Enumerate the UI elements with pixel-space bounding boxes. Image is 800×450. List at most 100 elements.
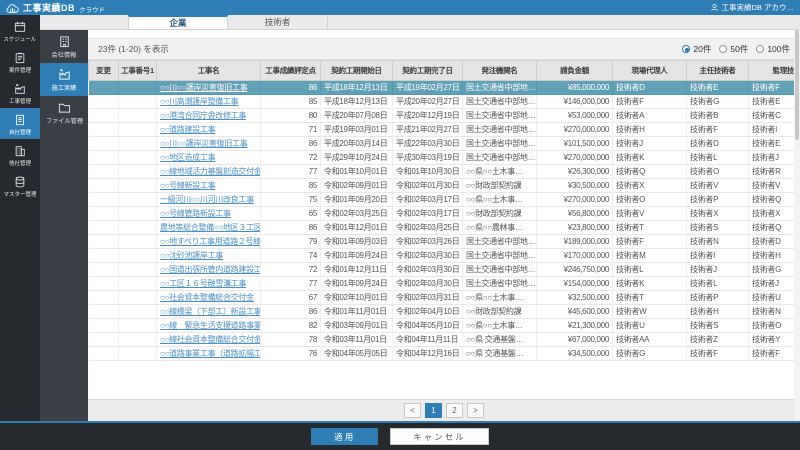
scrollbar-thumb[interactable] <box>795 30 799 140</box>
sidebar-item-1[interactable]: 案件管理 <box>0 46 40 77</box>
project-name-link[interactable]: ○○号線管路新設工事 <box>160 209 231 218</box>
cell-end: 平成20年12月19日 <box>392 108 463 123</box>
cell-supervisor: 技術者F <box>748 346 794 361</box>
cell-chief: 技術者B <box>686 108 749 123</box>
sidebar-item-0[interactable]: スケジュール <box>0 15 40 46</box>
column-header[interactable]: 発注機関名 <box>462 60 537 81</box>
project-name-link[interactable]: 一級河川○○川河川改良工事 <box>160 195 254 204</box>
project-name-link[interactable]: 農地等総合整備○○地区３工区 <box>160 223 260 232</box>
column-header[interactable]: 工事成績評定点 <box>260 60 321 81</box>
project-name-link[interactable]: ○○港湾合同庁舎改修工事 <box>160 111 246 120</box>
project-name-link[interactable]: ○○沈砂池護岸工事 <box>160 251 223 260</box>
project-name-link[interactable]: ○○道路事業工事（道路拡幅工事） <box>160 349 260 358</box>
cell-end: 令和02年04月10日 <box>392 304 463 319</box>
submenu-item-2[interactable]: ファイル管理 <box>40 96 88 129</box>
table-row[interactable]: ○○地すべり工事用道路２号線 79 令和01年09月03日 令和02年03月26日 国土… <box>88 234 794 249</box>
table-row[interactable]: ○○線橋梁（下部工）新設工事 86 令和01年11月01日 令和02年04月10日 ○○… <box>88 304 794 319</box>
project-name-link[interactable]: ○○川高潮護岸整備工事 <box>160 97 239 106</box>
cell-chief: 技術者S <box>686 318 749 333</box>
column-header[interactable]: 契約工期開始日 <box>320 60 393 81</box>
table-row[interactable]: 農地等総合整備○○地区３工区 86 令和01年12月01日 令和02年03月25日 ○○… <box>88 220 794 235</box>
cell-agency: ○○県○○土木事… <box>462 164 537 179</box>
cell-supervisor: 技術者Y <box>748 332 794 347</box>
table-row[interactable]: ○○地区造成工事 72 平成29年10月24日 平成30年03月19日 国土交通省中部地… <box>88 150 794 165</box>
table-row[interactable]: ○○川高潮護岸整備工事 85 平成18年12月13日 平成20年02月27日 国土交通省… <box>88 94 794 109</box>
table-row[interactable]: ○○号線新設工事 85 令和02年09月01日 令和02年01月30日 ○○財政部契約課… <box>88 178 794 193</box>
radio-label: 100件 <box>767 44 790 54</box>
page-size-radio-100件[interactable]: 100件 <box>756 43 790 55</box>
cell-agent: 技術者Q <box>612 164 687 179</box>
table-row[interactable]: ○○国道出張所管内道路建設工事 72 令和01年12月11日 令和02年03月30日国… <box>88 262 794 277</box>
apply-button[interactable]: 適用 <box>311 428 379 445</box>
sidebar-item-label: スケジュール <box>3 36 37 43</box>
project-name-link[interactable]: ○○地区造成工事 <box>160 153 216 162</box>
submenu-item-0[interactable]: 会社情報 <box>40 30 88 63</box>
project-name-link[interactable]: ○○号線新設工事 <box>160 181 216 190</box>
sidebar-item-3[interactable]: 自社管理 <box>0 108 40 139</box>
column-header[interactable]: 主任技術者 <box>686 60 749 81</box>
project-name-link[interactable]: ○○川○○護岸災害復旧工事 <box>160 83 248 92</box>
project-name-link[interactable]: ○○社会資本整備総合交付金 <box>160 293 254 302</box>
column-header[interactable]: 現場代理人 <box>612 60 687 81</box>
table-row[interactable]: ○○道路建設工事 71 平成19年03月01日 平成21年02月27日 国土交通省中部地… <box>88 122 794 137</box>
page-button-2[interactable]: 2 <box>446 403 463 418</box>
table-row[interactable]: ○○工区１６号融雪溝工事 77 令和01年09月24日 令和02年03月30日 国土交通… <box>88 276 794 291</box>
sidebar-item-5[interactable]: マスター管理 <box>0 170 40 201</box>
sidebar-item-4[interactable]: 他社管理 <box>0 139 40 170</box>
cell-agency: ○○県 交通基盤… <box>462 332 537 347</box>
building-icon <box>14 145 26 157</box>
cell-amount: ¥56,800,000 <box>536 206 613 221</box>
table-row[interactable]: 一級河川○○川河川改良工事 75 令和01年09月20日 令和02年03月17日 ○○県… <box>88 192 794 207</box>
project-name-link[interactable]: ○○線社会資本整備総合交付金 <box>160 335 260 344</box>
table-row[interactable]: ○○号線管路新設工事 65 令和02年03月25日 令和02年03月17日 ○○財政部契… <box>88 206 794 221</box>
cell-number <box>118 192 157 207</box>
submenu-item-1[interactable]: 施工実績 <box>40 63 88 96</box>
cell-end: 令和02年03月30日 <box>392 248 463 263</box>
cell-end: 令和02年03月17日 <box>392 206 463 221</box>
cell-start: 令和02年10月01日 <box>320 290 393 305</box>
column-header[interactable]: 請負金額 <box>536 60 613 81</box>
page-button->[interactable]: > <box>467 403 484 418</box>
project-name-link[interactable]: ○○線橋梁（下部工）新設工事 <box>160 307 260 316</box>
cell-name: ○○線橋梁（下部工）新設工事 <box>156 304 261 319</box>
page-button-1[interactable]: 1 <box>425 403 442 418</box>
page-size-radio-50件[interactable]: 50件 <box>719 43 748 55</box>
table-row[interactable]: ○○社会資本整備総合交付金 67 令和02年10月01日 令和02年03月31日 ○○県… <box>88 290 794 305</box>
tab-engineer[interactable]: 技術者 <box>228 15 328 29</box>
table-row[interactable]: ○○線社会資本整備総合交付金 78 令和03年11月01日 令和04年11月11日 ○○… <box>88 332 794 347</box>
project-name-link[interactable]: ○○地すべり工事用道路２号線 <box>160 237 260 246</box>
cancel-button[interactable]: キャンセル <box>390 428 489 445</box>
table-row[interactable]: ○○線地域活力基盤創造交付金 77 令和01年10月01日 令和01年10月30日 ○○… <box>88 164 794 179</box>
account-menu[interactable]: 工事実績DB アカウ… <box>710 2 794 13</box>
vertical-scrollbar[interactable] <box>794 30 800 428</box>
project-name-link[interactable]: ○○国道出張所管内道路建設工事 <box>160 265 260 274</box>
table-row[interactable]: ○○港湾合同庁舎改修工事 80 平成20年07月08日 平成20年12月19日 国土交通… <box>88 108 794 123</box>
page-button-<[interactable]: < <box>404 403 421 418</box>
cell-supervisor: 技術者C <box>748 108 794 123</box>
project-name-link[interactable]: ○○工区１６号融雪溝工事 <box>160 279 246 288</box>
project-name-link[interactable]: ○○線 緊急生活支援道路事業 <box>160 321 260 330</box>
table-row[interactable]: ○○線 緊急生活支援道路事業 82 令和03年09月01日 令和04年05月10日 ○○… <box>88 318 794 333</box>
table-row[interactable]: ○○川○○護岸災害復旧工事 86 平成18年12月13日 平成19年02月27日 国土交… <box>88 80 794 95</box>
column-header[interactable]: 監理技術者 <box>748 60 794 81</box>
page-size-radio-20件[interactable]: 20件 <box>682 43 711 55</box>
table-row[interactable]: ○○川○○護岸災害復旧工事 86 平成20年03月14日 平成22年03月30日 国土交… <box>88 136 794 151</box>
cell-number <box>118 346 157 361</box>
table-row[interactable]: ○○沈砂池護岸工事 74 令和01年09月24日 令和02年03月30日 国土交通省中部… <box>88 248 794 263</box>
column-header[interactable]: 契約工期完了日 <box>392 60 463 81</box>
tab-company[interactable]: 企業 <box>128 15 228 29</box>
column-header[interactable]: 工事名 <box>156 60 261 81</box>
cell-score: 71 <box>260 122 321 137</box>
radio-icon <box>756 45 765 53</box>
project-name-link[interactable]: ○○川○○護岸災害復旧工事 <box>160 139 248 148</box>
project-name-link[interactable]: ○○道路建設工事 <box>160 125 216 134</box>
sidebar-item-label: 工事管理 <box>8 98 32 105</box>
cell-agent: 技術者G <box>612 346 687 361</box>
sidebar-item-2[interactable]: 工事管理 <box>0 77 40 108</box>
column-header[interactable]: 工事番号1 <box>118 60 157 81</box>
column-header[interactable]: 変更 <box>88 60 119 81</box>
cell-number <box>118 122 157 137</box>
cell-chief: 技術者G <box>686 94 749 109</box>
project-name-link[interactable]: ○○線地域活力基盤創造交付金 <box>160 167 260 176</box>
table-row[interactable]: ○○道路事業工事（道路拡幅工事）76令和04年05月05日令和04年12月16日… <box>88 346 794 361</box>
